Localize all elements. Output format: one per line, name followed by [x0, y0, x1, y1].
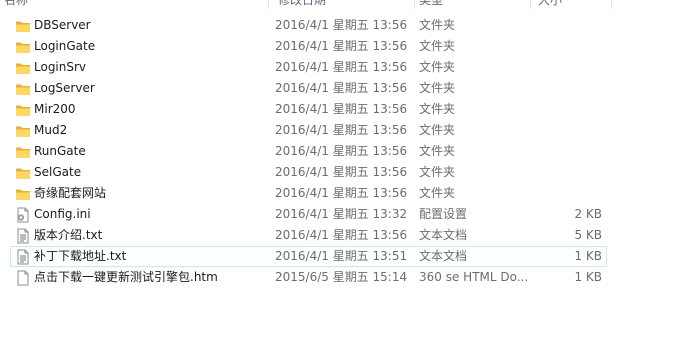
folder-row[interactable]: 奇缘配套网站 2016/4/1 星期五 13:56 文件夹 — [10, 183, 607, 204]
file-type: 配置设置 — [419, 207, 468, 221]
file-type: 360 se HTML Do... — [419, 270, 529, 284]
file-name: LoginSrv — [34, 60, 87, 74]
column-header: 名称 修改日期 类型 大小 — [0, 0, 679, 9]
column-divider[interactable] — [268, 0, 269, 9]
file-type: 文件夹 — [419, 39, 456, 53]
folder-icon — [15, 60, 31, 79]
file-size: 1 KB — [574, 270, 602, 284]
folder-row[interactable]: RunGate 2016/4/1 星期五 13:56 文件夹 — [10, 141, 607, 162]
folder-icon — [15, 39, 31, 58]
file-name: 奇缘配套网站 — [34, 186, 107, 200]
file-type: 文件夹 — [419, 102, 456, 116]
file-size: 5 KB — [574, 228, 602, 242]
date-modified: 2016/4/1 星期五 13:56 — [275, 123, 408, 137]
file-name: Config.ini — [34, 207, 91, 221]
column-divider[interactable] — [530, 0, 531, 9]
date-modified: 2016/4/1 星期五 13:56 — [275, 60, 408, 74]
file-name: 补丁下载地址.txt — [34, 249, 127, 263]
file-name: 版本介绍.txt — [34, 228, 103, 242]
file-type: 文本文档 — [419, 228, 468, 242]
folder-icon — [15, 18, 31, 37]
column-type-header[interactable]: 类型 — [419, 0, 443, 9]
date-modified: 2015/6/5 星期五 15:14 — [275, 270, 408, 284]
folder-icon — [15, 144, 31, 163]
folder-row[interactable]: LoginGate 2016/4/1 星期五 13:56 文件夹 — [10, 36, 607, 57]
file-name: RunGate — [34, 144, 86, 158]
file-size: 2 KB — [574, 207, 602, 221]
folder-row[interactable]: DBServer 2016/4/1 星期五 13:56 文件夹 — [10, 15, 607, 36]
date-modified: 2016/4/1 星期五 13:56 — [275, 81, 408, 95]
date-modified: 2016/4/1 星期五 13:56 — [275, 165, 408, 179]
file-row[interactable]: 版本介绍.txt 2016/4/1 星期五 13:56 文本文档 5 KB — [10, 225, 607, 246]
file-row[interactable]: Config.ini 2016/4/1 星期五 13:32 配置设置 2 KB — [10, 204, 607, 225]
html-file-icon — [15, 270, 31, 289]
folder-icon — [15, 186, 31, 205]
text-file-icon — [15, 249, 31, 268]
folder-icon — [15, 102, 31, 121]
date-modified: 2016/4/1 星期五 13:56 — [275, 102, 408, 116]
file-type: 文件夹 — [419, 165, 456, 179]
file-row[interactable]: 点击下载一键更新测试引擎包.htm 2015/6/5 星期五 15:14 360 s… — [10, 267, 607, 288]
file-name: LoginGate — [34, 39, 96, 53]
column-size-header[interactable]: 大小 — [538, 0, 562, 9]
column-divider[interactable] — [611, 0, 612, 9]
file-type: 文件夹 — [419, 81, 456, 95]
folder-row[interactable]: SelGate 2016/4/1 星期五 13:56 文件夹 — [10, 162, 607, 183]
column-date-header[interactable]: 修改日期 — [278, 0, 326, 9]
file-name: DBServer — [34, 18, 91, 32]
folder-icon — [15, 165, 31, 184]
date-modified: 2016/4/1 星期五 13:56 — [275, 144, 408, 158]
file-type: 文件夹 — [419, 144, 456, 158]
file-name: SelGate — [34, 165, 82, 179]
folder-row[interactable]: LogServer 2016/4/1 星期五 13:56 文件夹 — [10, 78, 607, 99]
folder-icon — [15, 81, 31, 100]
file-type: 文件夹 — [419, 18, 456, 32]
settings-file-icon — [15, 207, 31, 226]
date-modified: 2016/4/1 星期五 13:32 — [275, 207, 408, 221]
date-modified: 2016/4/1 星期五 13:51 — [275, 249, 408, 263]
file-type: 文本文档 — [419, 249, 468, 263]
file-row[interactable]: 补丁下载地址.txt 2016/4/1 星期五 13:51 文本文档 1 KB — [10, 246, 607, 267]
folder-icon — [15, 123, 31, 142]
file-type: 文件夹 — [419, 60, 456, 74]
file-name: LogServer — [34, 81, 95, 95]
file-size: 1 KB — [574, 249, 602, 263]
file-name: Mud2 — [34, 123, 68, 137]
folder-row[interactable]: Mud2 2016/4/1 星期五 13:56 文件夹 — [10, 120, 607, 141]
column-name-header[interactable]: 名称 — [4, 0, 28, 9]
file-type: 文件夹 — [419, 123, 456, 137]
file-name: Mir200 — [34, 102, 76, 116]
file-name: 点击下载一键更新测试引擎包.htm — [34, 270, 218, 284]
date-modified: 2016/4/1 星期五 13:56 — [275, 39, 408, 53]
folder-row[interactable]: LoginSrv 2016/4/1 星期五 13:56 文件夹 — [10, 57, 607, 78]
column-divider[interactable] — [414, 0, 415, 9]
file-type: 文件夹 — [419, 186, 456, 200]
folder-row[interactable]: Mir200 2016/4/1 星期五 13:56 文件夹 — [10, 99, 607, 120]
date-modified: 2016/4/1 星期五 13:56 — [275, 18, 408, 32]
date-modified: 2016/4/1 星期五 13:56 — [275, 228, 408, 242]
text-file-icon — [15, 228, 31, 247]
date-modified: 2016/4/1 星期五 13:56 — [275, 186, 408, 200]
